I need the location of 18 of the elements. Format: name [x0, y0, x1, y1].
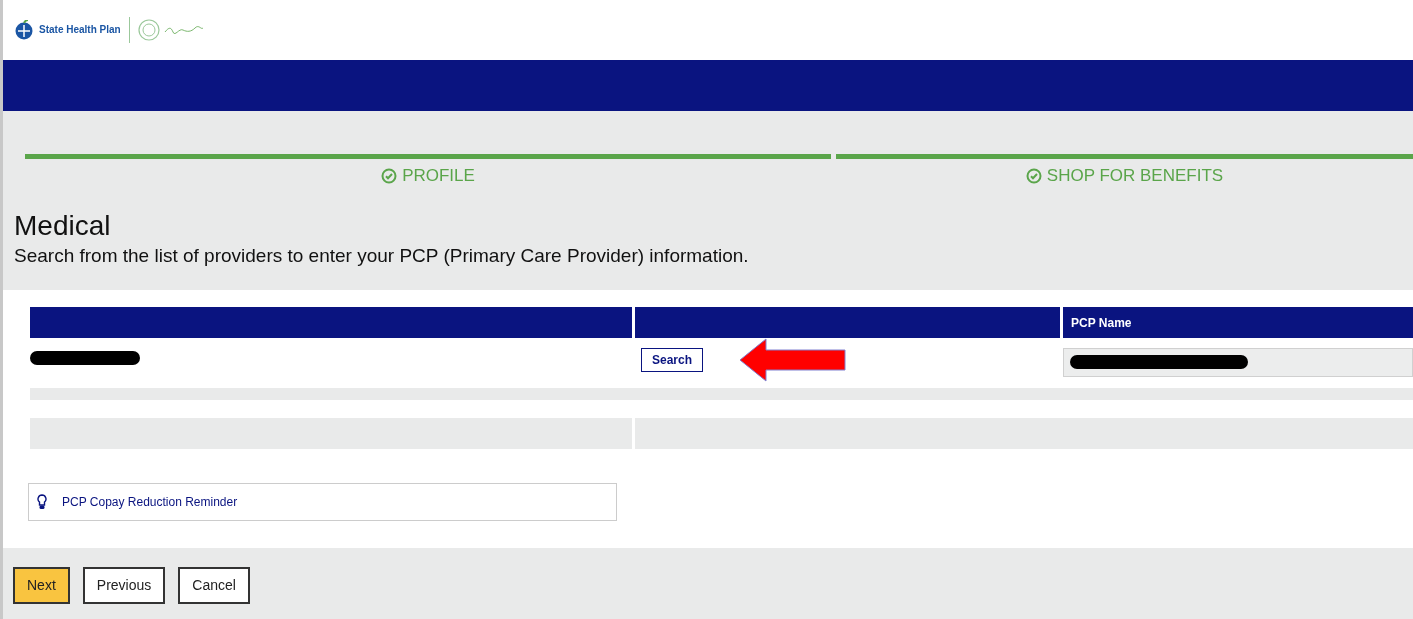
nav-button[interactable]: Previous [82, 567, 166, 604]
logo-title: State Health Plan [39, 25, 121, 35]
reminder-link[interactable]: PCP Copay Reduction Reminder [62, 493, 238, 511]
check-circle-icon [1025, 167, 1042, 184]
column-header: PCP Name [1063, 307, 1413, 338]
step-label: SHOP FOR BENEFITS [1046, 165, 1224, 187]
signature-icon [163, 26, 204, 34]
page-heading: Medical [14, 208, 112, 243]
arrow-icon [739, 337, 848, 383]
search-button[interactable]: Search [641, 348, 704, 372]
next-button[interactable]: Next [13, 567, 70, 604]
check-circle-icon [381, 167, 398, 184]
step-label: PROFILE [402, 165, 475, 187]
instructions-text: Search from the list of providers to enter your PCP (Primary Care Provider) information. [14, 243, 750, 268]
lightbulb-icon [37, 494, 47, 510]
seal-icon [137, 19, 160, 41]
apple-logo-icon [13, 20, 35, 40]
nav-button[interactable]: Cancel [178, 567, 250, 604]
